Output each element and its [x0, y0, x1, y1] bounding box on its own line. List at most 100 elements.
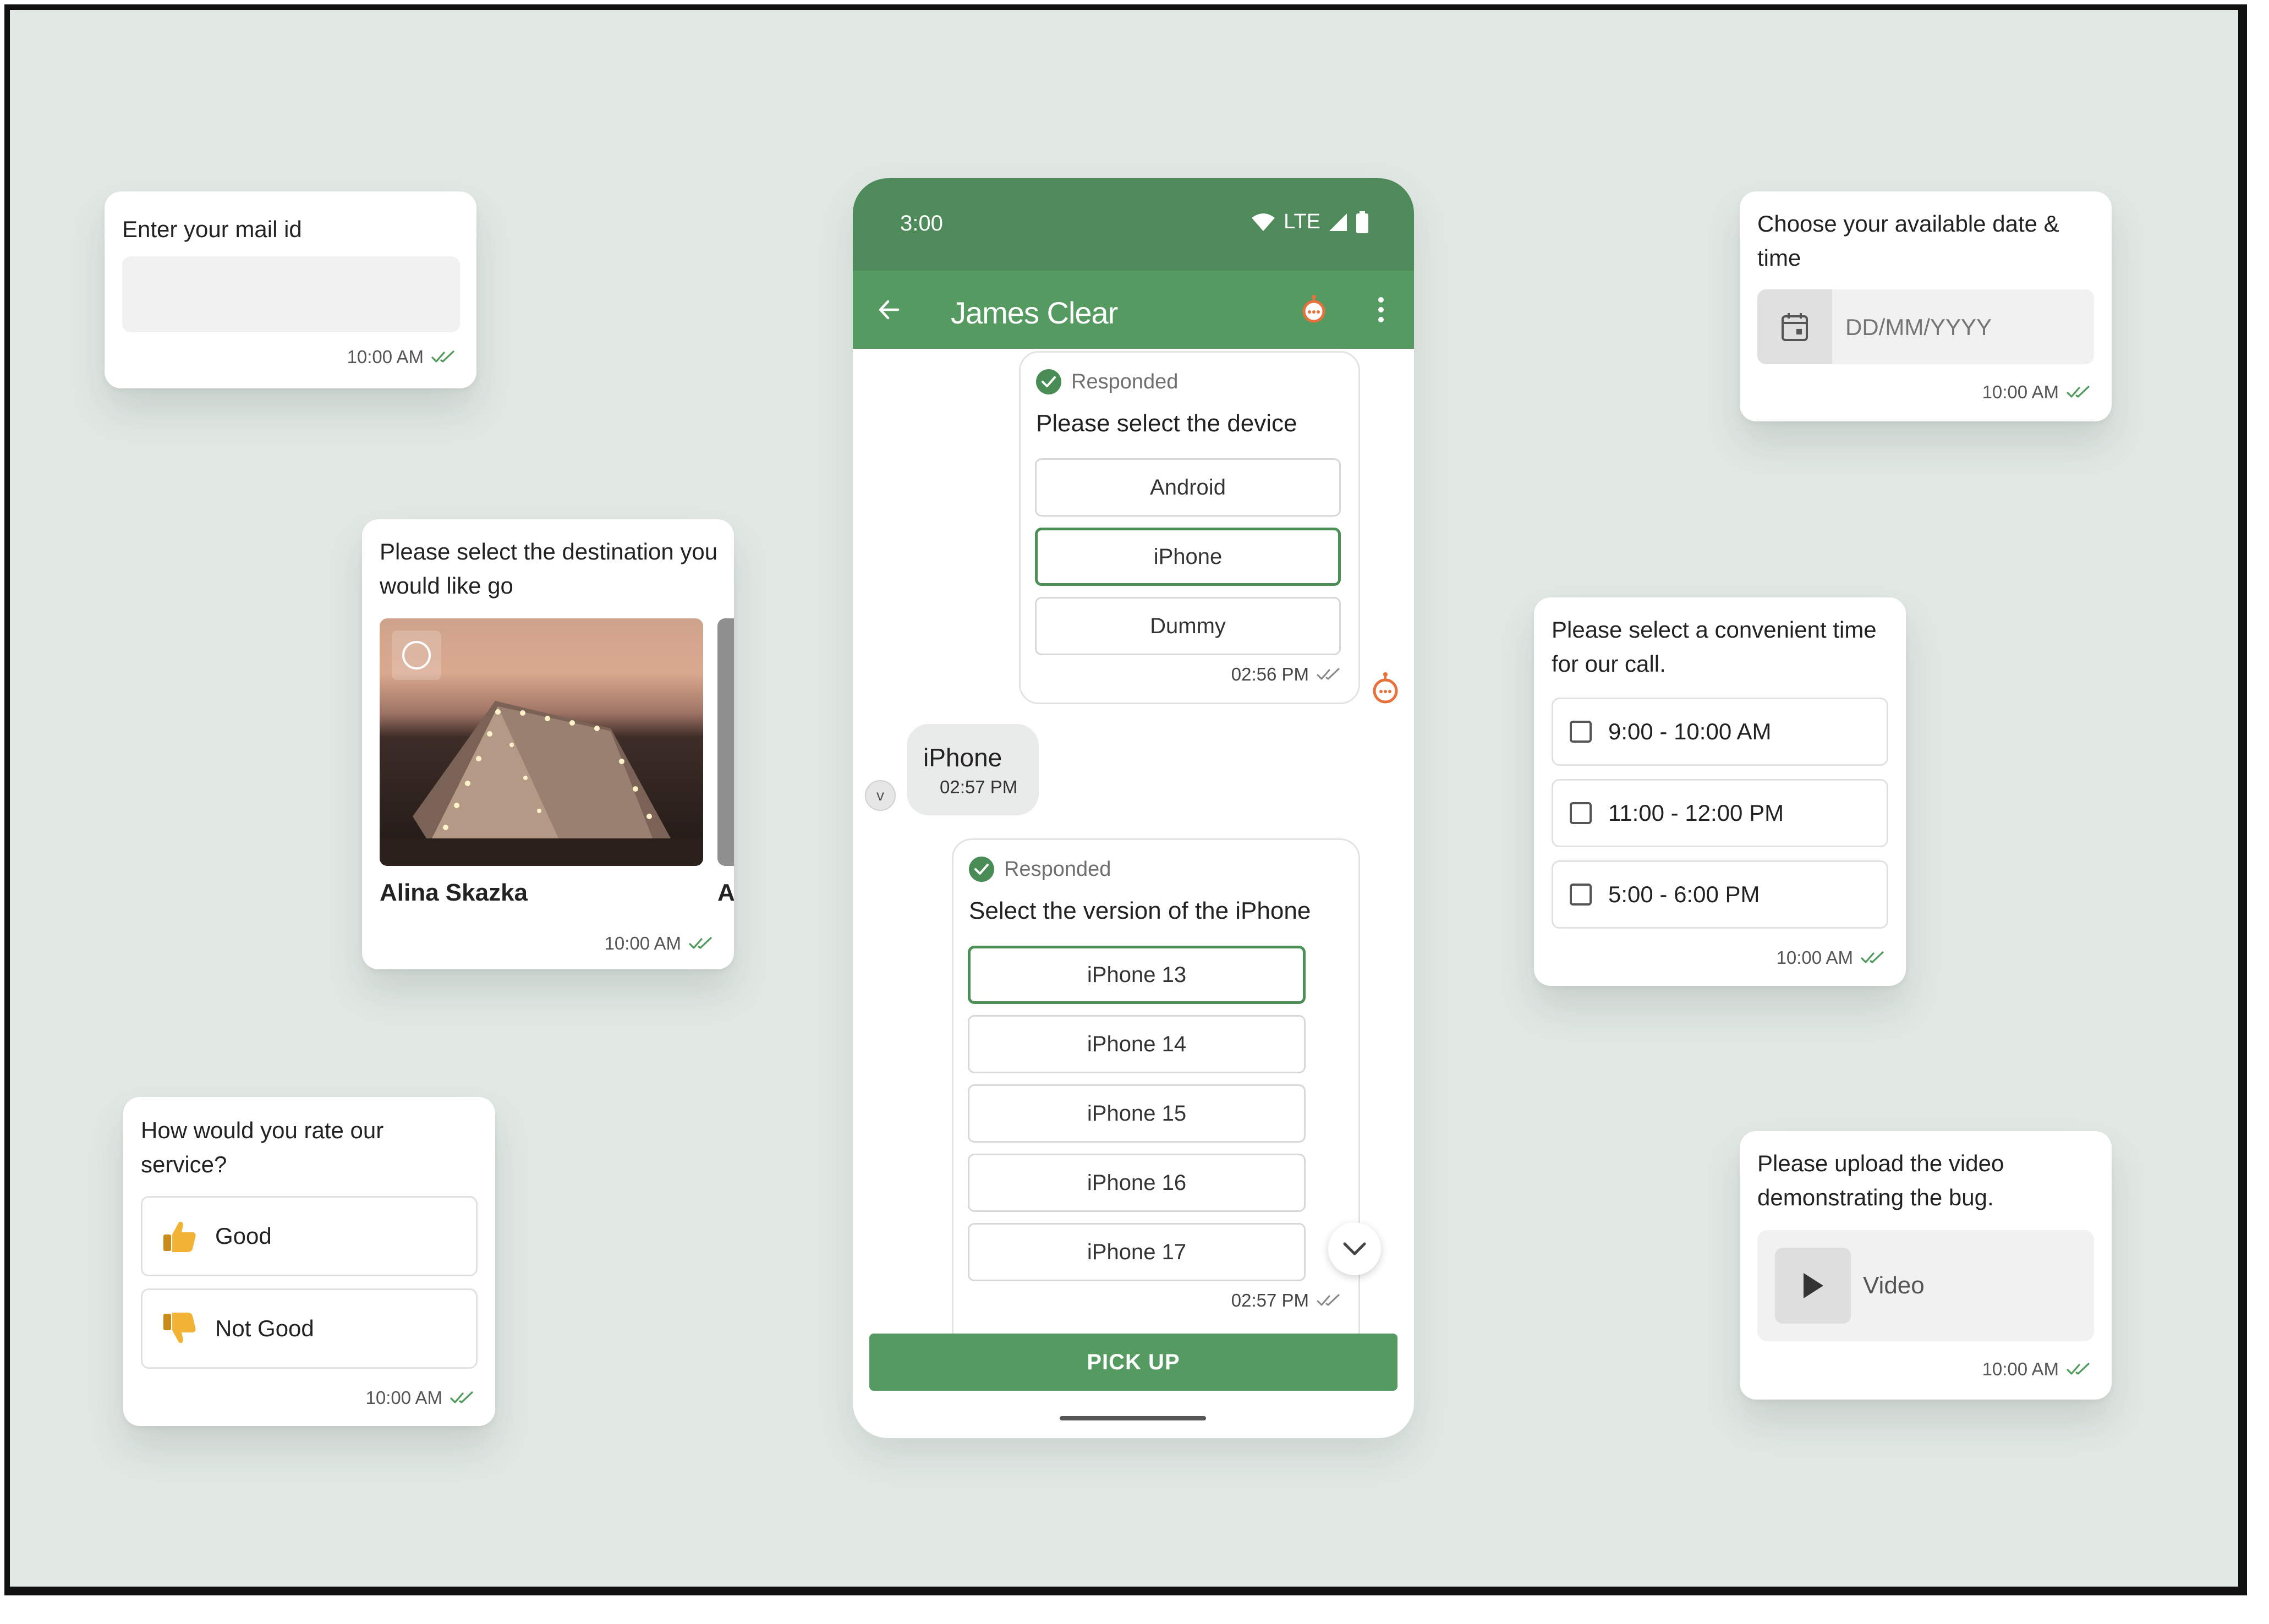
rating-card: How would you rate our service? Good Not…	[123, 1097, 495, 1426]
double-check-icon	[689, 937, 712, 949]
version-question-text: Select the version of the iPhone	[969, 897, 1311, 924]
chevron-down-icon	[1343, 1242, 1366, 1255]
version-question-bubble: Responded Select the version of the iPho…	[952, 838, 1360, 1356]
double-check-icon	[1861, 951, 1884, 963]
video-card-title: Please upload the video demonstrating th…	[1757, 1150, 2004, 1210]
canvas-frame: Enter your mail id 10:00 AM Please selec…	[4, 4, 2247, 1595]
wifi-icon	[1252, 213, 1275, 231]
call-time-option-label: 11:00 - 12:00 PM	[1608, 800, 1784, 826]
destination-caption-2: A	[717, 879, 734, 906]
rating-card-time: 10:00 AM	[365, 1387, 442, 1408]
version-option-iphone-14[interactable]: iPhone 14	[968, 1015, 1306, 1073]
destination-card-title: Please select the destination you would …	[380, 539, 718, 599]
status-time: 3:00	[900, 211, 943, 235]
rating-option-label: Good	[215, 1223, 272, 1249]
home-indicator	[1060, 1416, 1206, 1420]
video-upload-label: Video	[1863, 1272, 1925, 1299]
date-card-title: Choose your available date & time	[1757, 211, 2059, 271]
responded-badge: Responded	[969, 857, 1111, 882]
mail-card-time: 10:00 AM	[347, 347, 424, 367]
device-option-dummy[interactable]: Dummy	[1035, 597, 1341, 655]
app-bar: James Clear	[853, 271, 1414, 349]
destination-card: Please select the destination you would …	[362, 519, 734, 969]
date-field[interactable]	[1844, 310, 2078, 344]
date-card: Choose your available date & time 10:00 …	[1740, 191, 2112, 421]
date-card-timestamp: 10:00 AM	[1982, 382, 2092, 403]
destination-caption-1: Alina Skazka	[380, 879, 528, 906]
video-card-timestamp: 10:00 AM	[1982, 1359, 2092, 1380]
checkbox-icon[interactable]	[1570, 802, 1592, 824]
video-upload-field[interactable]: Video	[1757, 1230, 2094, 1341]
device-question-timestamp: 02:56 PM	[1231, 664, 1342, 685]
version-option-iphone-13[interactable]: iPhone 13	[968, 946, 1306, 1004]
user-avatar: v	[865, 780, 896, 811]
version-option-iphone-16[interactable]: iPhone 16	[968, 1154, 1306, 1212]
calendar-button[interactable]	[1757, 289, 1832, 364]
destination-card-timestamp: 10:00 AM	[605, 933, 714, 954]
responded-badge: Responded	[1036, 369, 1178, 394]
call-time-card-time: 10:00 AM	[1776, 947, 1853, 968]
device-option-iphone[interactable]: iPhone	[1035, 528, 1341, 586]
version-option-iphone-17[interactable]: iPhone 17	[968, 1223, 1306, 1281]
status-icons: LTE	[1251, 210, 1369, 234]
battery-icon	[1356, 211, 1368, 233]
call-time-option-label: 9:00 - 10:00 AM	[1608, 718, 1772, 744]
thumbs-up-icon	[163, 1221, 196, 1252]
destination-image-1[interactable]	[380, 618, 703, 866]
back-arrow-icon[interactable]	[876, 297, 902, 323]
bot-avatar-icon	[1373, 672, 1398, 704]
version-option-iphone-15[interactable]: iPhone 15	[968, 1084, 1306, 1143]
pick-up-button[interactable]: PICK UP	[869, 1334, 1397, 1391]
scroll-down-button[interactable]	[1328, 1222, 1381, 1275]
mail-card-title: Enter your mail id	[122, 216, 302, 242]
user-reply-time: 02:57 PM	[940, 777, 1018, 797]
rating-option-label: Not Good	[215, 1315, 314, 1341]
mail-card-timestamp: 10:00 AM	[347, 347, 457, 367]
rating-card-title: How would you rate our service?	[141, 1117, 384, 1177]
device-question-text: Please select the device	[1036, 410, 1297, 437]
bot-avatar-icon[interactable]	[1301, 295, 1327, 323]
chat-title: James Clear	[951, 295, 1118, 330]
responded-label: Responded	[1004, 857, 1111, 881]
version-question-time: 02:57 PM	[1231, 1290, 1309, 1310]
double-check-icon	[1317, 668, 1340, 680]
radio-circle-icon[interactable]	[392, 630, 441, 680]
email-field[interactable]	[122, 256, 460, 332]
checkbox-icon[interactable]	[1570, 721, 1592, 743]
thumbs-down-icon	[163, 1313, 196, 1343]
double-check-icon	[2067, 386, 2090, 398]
status-bar: 3:00 LTE	[853, 178, 1414, 271]
play-icon	[1804, 1273, 1823, 1298]
more-options-icon[interactable]	[1377, 296, 1385, 323]
double-check-icon	[2067, 1363, 2090, 1375]
rating-card-timestamp: 10:00 AM	[366, 1387, 475, 1408]
calendar-icon	[1782, 313, 1808, 341]
video-card: Please upload the video demonstrating th…	[1740, 1131, 2112, 1400]
check-circle-icon	[1036, 369, 1061, 394]
date-input[interactable]	[1757, 289, 2094, 364]
version-question-timestamp: 02:57 PM	[1231, 1290, 1342, 1311]
call-time-option[interactable]: 5:00 - 6:00 PM	[1552, 860, 1888, 929]
call-time-option[interactable]: 11:00 - 12:00 PM	[1552, 779, 1888, 847]
call-time-card-title: Please select a convenient time for our …	[1552, 617, 1877, 677]
chat-area[interactable]: Responded Please select the device Andro…	[853, 349, 1414, 1356]
user-reply-text: iPhone	[923, 743, 1002, 772]
play-button[interactable]	[1775, 1248, 1851, 1324]
user-avatar-initial: v	[876, 787, 884, 804]
call-time-option-label: 5:00 - 6:00 PM	[1608, 881, 1760, 907]
device-option-android[interactable]: Android	[1035, 458, 1341, 517]
mail-card: Enter your mail id 10:00 AM	[105, 191, 476, 388]
double-check-icon	[431, 350, 454, 363]
rating-option-not-good[interactable]: Not Good	[141, 1288, 478, 1369]
rating-option-good[interactable]: Good	[141, 1196, 478, 1276]
destination-image-2[interactable]	[717, 618, 734, 866]
destination-card-time: 10:00 AM	[604, 933, 681, 953]
checkbox-icon[interactable]	[1570, 884, 1592, 906]
date-card-time: 10:00 AM	[1982, 382, 2059, 402]
user-reply-bubble: iPhone 02:57 PM	[907, 724, 1039, 815]
device-question-time: 02:56 PM	[1231, 664, 1309, 684]
call-time-option[interactable]: 9:00 - 10:00 AM	[1552, 698, 1888, 766]
call-time-card-timestamp: 10:00 AM	[1777, 947, 1886, 968]
check-circle-icon	[969, 857, 994, 882]
device-question-bubble: Responded Please select the device Andro…	[1019, 351, 1360, 704]
